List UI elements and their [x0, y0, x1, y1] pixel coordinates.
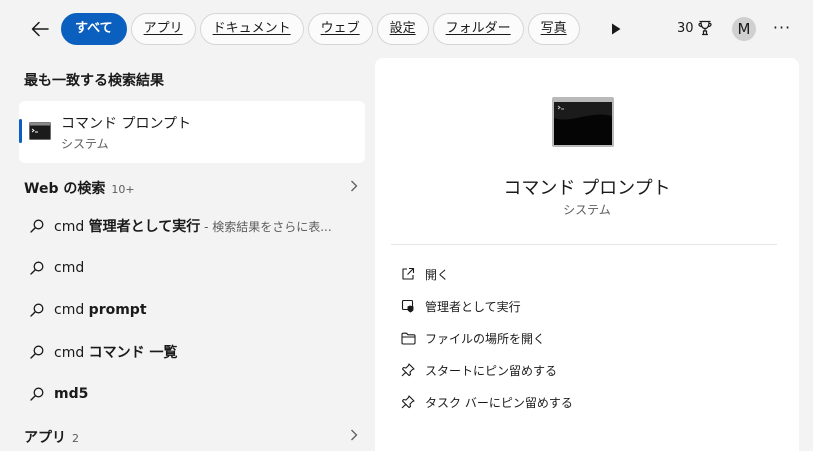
best-match-title: コマンド プロンプト	[61, 116, 192, 132]
filter-tab-documents[interactable]: ドキュメント	[199, 13, 304, 45]
web-result-text: cmd prompt	[54, 302, 147, 318]
chevron-right-icon	[351, 429, 358, 441]
rewards-trophy-icon	[697, 20, 712, 36]
filter-tab-all[interactable]: すべて	[61, 13, 127, 45]
web-result-text: md5	[54, 386, 88, 402]
preview-divider	[391, 244, 777, 245]
search-icon	[30, 261, 44, 275]
filter-tab-photos[interactable]: 写真	[527, 13, 580, 45]
action-label: 管理者として実行	[425, 299, 521, 314]
back-button[interactable]	[24, 14, 56, 44]
folder-icon	[400, 332, 416, 345]
web-result-item[interactable]: cmd 管理者として実行 - 検索結果をさらに表...	[20, 208, 365, 244]
search-icon	[30, 387, 44, 401]
more-options-button[interactable]: ···	[772, 17, 792, 41]
filter-tabs: すべて アプリ ドキュメント ウェブ 設定 フォルダー 写真	[61, 13, 580, 45]
web-result-bold: 管理者として実行	[88, 219, 201, 235]
user-avatar[interactable]: M	[732, 17, 756, 41]
filter-tab-folders[interactable]: フォルダー	[432, 13, 524, 45]
results-list: 最も一致する検索結果 コマンド プロンプト システム Web の検索 10+ cm…	[0, 58, 375, 451]
web-result-bold: prompt	[88, 302, 147, 318]
web-result-item[interactable]: cmd	[20, 250, 365, 286]
action-pin-to-taskbar[interactable]: タスク バーにピン留めする	[391, 387, 783, 417]
web-search-heading: Web の検索	[24, 181, 106, 197]
open-external-icon	[402, 267, 415, 280]
apps-section-header[interactable]: アプリ 2	[24, 427, 364, 447]
shield-icon	[401, 299, 414, 313]
rewards-points[interactable]: 30	[677, 20, 712, 36]
web-result-text: cmd 管理者として実行 - 検索結果をさらに表...	[54, 216, 332, 236]
web-result-item[interactable]: cmd コマンド 一覧	[20, 334, 365, 370]
web-result-prefix: cmd	[54, 302, 89, 318]
action-pin-to-start[interactable]: スタートにピン留めする	[391, 355, 783, 385]
filter-tab-settings[interactable]: 設定	[376, 13, 429, 45]
back-arrow-icon	[31, 21, 49, 37]
selection-indicator	[19, 119, 22, 143]
web-result-bold: コマンド 一覧	[88, 345, 178, 361]
best-match-heading: 最も一致する検索結果	[24, 73, 164, 89]
search-icon	[30, 345, 44, 359]
web-result-item[interactable]: md5	[20, 376, 365, 412]
best-match-item[interactable]: コマンド プロンプト システム	[19, 101, 365, 163]
web-result-text: cmd	[54, 260, 84, 276]
web-result-prefix: cmd	[54, 219, 89, 235]
filter-tab-web[interactable]: ウェブ	[307, 13, 373, 45]
web-result-prefix: cmd	[54, 260, 85, 276]
preview-subtitle: システム	[563, 203, 611, 217]
web-result-suffix: - 検索結果をさらに表...	[200, 220, 332, 234]
action-open-file-location[interactable]: ファイルの場所を開く	[391, 323, 783, 353]
web-result-bold: md5	[54, 386, 89, 402]
web-result-item[interactable]: cmd prompt	[20, 292, 365, 328]
chevron-right-icon	[351, 180, 358, 192]
preview-title: コマンド プロンプト	[503, 178, 671, 199]
search-icon	[30, 303, 44, 317]
filter-tab-apps[interactable]: アプリ	[130, 13, 196, 45]
search-top-bar: すべて アプリ ドキュメント ウェブ 設定 フォルダー 写真 30 M ···	[0, 0, 813, 58]
rewards-points-value: 30	[677, 20, 694, 36]
play-triangle-icon	[612, 23, 621, 35]
action-run-as-admin[interactable]: 管理者として実行	[391, 291, 783, 321]
action-label: スタートにピン留めする	[425, 363, 558, 378]
command-prompt-icon	[29, 122, 51, 140]
search-icon	[30, 219, 44, 233]
command-prompt-large-icon	[552, 97, 614, 147]
web-search-section-header[interactable]: Web の検索 10+	[24, 178, 364, 198]
web-result-prefix: cmd	[54, 345, 89, 361]
apps-count: 2	[72, 432, 79, 445]
action-label: ファイルの場所を開く	[425, 331, 546, 346]
more-filters-button[interactable]	[606, 19, 626, 39]
action-label: 開く	[425, 267, 450, 282]
pin-icon	[401, 395, 415, 409]
best-match-subtitle: システム	[61, 137, 109, 151]
preview-pane: コマンド プロンプト システム 開く 管理者として実行 ファイルの場所を開く ス…	[375, 58, 799, 451]
action-label: タスク バーにピン留めする	[425, 395, 573, 410]
pin-icon	[401, 363, 415, 377]
web-search-count: 10+	[111, 183, 135, 196]
web-result-text: cmd コマンド 一覧	[54, 342, 178, 362]
apps-heading: アプリ	[24, 430, 66, 446]
action-open[interactable]: 開く	[391, 259, 783, 289]
